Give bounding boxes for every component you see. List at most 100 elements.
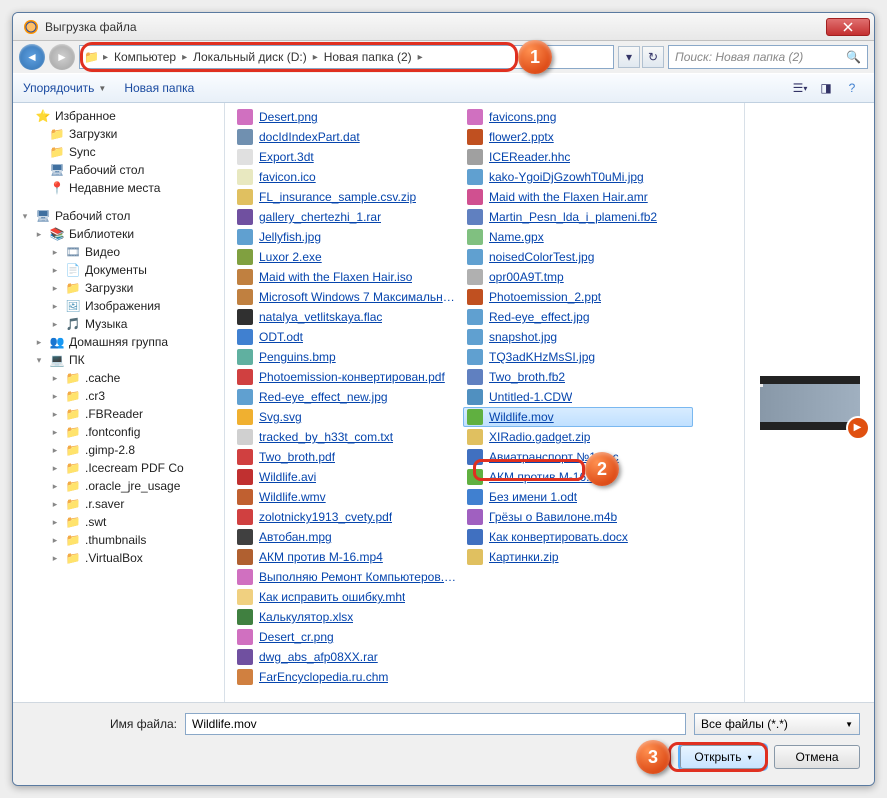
refresh-button[interactable]: ↻ xyxy=(642,46,664,68)
file-item[interactable]: flower2.pptx xyxy=(463,127,693,147)
file-item[interactable]: FarEncyclopedia.ru.chm xyxy=(233,667,463,687)
expand-icon[interactable]: ▸ xyxy=(49,373,61,384)
file-item[interactable]: Wildlife.mov xyxy=(463,407,693,427)
tree-item[interactable]: ▸🎞Видео xyxy=(13,243,224,261)
breadcrumb-computer[interactable]: Компьютер xyxy=(112,50,178,64)
file-item[interactable]: Wildlife.wmv xyxy=(233,487,463,507)
tree-item[interactable]: ▸📁.FBReader xyxy=(13,405,224,423)
tree-item[interactable]: ⭐Избранное xyxy=(13,107,224,125)
tree-item[interactable]: ▸📁.cr3 xyxy=(13,387,224,405)
file-item[interactable]: АКМ против М-16.mov xyxy=(463,467,693,487)
file-item[interactable]: Export.3dt xyxy=(233,147,463,167)
expand-icon[interactable]: ▸ xyxy=(49,283,61,294)
file-item[interactable]: Без имени 1.odt xyxy=(463,487,693,507)
file-item[interactable]: Как конвертировать.docx xyxy=(463,527,693,547)
file-item[interactable]: noisedColorTest.jpg xyxy=(463,247,693,267)
close-button[interactable] xyxy=(826,18,870,36)
tree-item[interactable]: ▸📁Загрузки xyxy=(13,279,224,297)
tree-item[interactable]: ▸📁.thumbnails xyxy=(13,531,224,549)
file-item[interactable]: dwg_abs_afp08XX.rar xyxy=(233,647,463,667)
file-item[interactable]: Автобан.mpg xyxy=(233,527,463,547)
file-item[interactable]: Картинки.zip xyxy=(463,547,693,567)
tree-item[interactable]: ▸🎵Музыка xyxy=(13,315,224,333)
filename-input[interactable] xyxy=(185,713,686,735)
file-item[interactable]: natalya_vetlitskaya.flac xyxy=(233,307,463,327)
new-folder-button[interactable]: Новая папка xyxy=(124,81,194,95)
tree-item[interactable]: 🖥Рабочий стол xyxy=(13,161,224,179)
expand-icon[interactable]: ▾ xyxy=(19,211,31,222)
tree-item[interactable]: ▸👥Домашняя группа xyxy=(13,333,224,351)
tree-item[interactable]: 📁Загрузки xyxy=(13,125,224,143)
file-item[interactable]: Авиатранспорт №1.doc xyxy=(463,447,693,467)
expand-icon[interactable]: ▸ xyxy=(49,535,61,546)
expand-icon[interactable]: ▸ xyxy=(49,319,61,330)
file-item[interactable]: Photoemission_2.ppt xyxy=(463,287,693,307)
breadcrumb-folder[interactable]: Новая папка (2) xyxy=(322,50,414,64)
file-item[interactable]: Two_broth.pdf xyxy=(233,447,463,467)
file-item[interactable]: АКМ против М-16.mp4 xyxy=(233,547,463,567)
file-item[interactable]: Microsoft Windows 7 Максимальна... xyxy=(233,287,463,307)
file-item[interactable]: docIdIndexPart.dat xyxy=(233,127,463,147)
tree-item[interactable]: ▸📁.swt xyxy=(13,513,224,531)
preview-pane-button[interactable]: ◨ xyxy=(814,77,838,99)
tree-item[interactable]: ▸📁.fontconfig xyxy=(13,423,224,441)
file-item[interactable]: Name.gpx xyxy=(463,227,693,247)
file-item[interactable]: opr00A9T.tmp xyxy=(463,267,693,287)
file-item[interactable]: Untitled-1.CDW xyxy=(463,387,693,407)
file-item[interactable]: kako-YgoiDjGzowhT0uMi.jpg xyxy=(463,167,693,187)
expand-icon[interactable]: ▸ xyxy=(49,265,61,276)
file-item[interactable]: ODT.odt xyxy=(233,327,463,347)
file-item[interactable]: Desert.png xyxy=(233,107,463,127)
tree-item[interactable]: ▸📁.cache xyxy=(13,369,224,387)
expand-icon[interactable]: ▸ xyxy=(49,445,61,456)
file-item[interactable]: Jellyfish.jpg xyxy=(233,227,463,247)
file-item[interactable]: XIRadio.gadget.zip xyxy=(463,427,693,447)
tree-item[interactable]: ▸📁.r.saver xyxy=(13,495,224,513)
file-item[interactable]: zolotnicky1913_cvety.pdf xyxy=(233,507,463,527)
tree-item[interactable]: ▾💻ПК xyxy=(13,351,224,369)
file-item[interactable]: Red-eye_effect.jpg xyxy=(463,307,693,327)
expand-icon[interactable]: ▸ xyxy=(33,337,45,348)
tree-view[interactable]: ⭐Избранное📁Загрузки📁Sync🖥Рабочий стол📍Не… xyxy=(13,103,225,702)
help-button[interactable]: ? xyxy=(840,77,864,99)
cancel-button[interactable]: Отмена xyxy=(774,745,860,769)
tree-item[interactable]: ▸📁.VirtualBox xyxy=(13,549,224,567)
file-item[interactable]: Penguins.bmp xyxy=(233,347,463,367)
file-item[interactable]: Martin_Pesn_lda_i_plameni.fb2 xyxy=(463,207,693,227)
file-item[interactable]: Грёзы о Вавилоне.m4b xyxy=(463,507,693,527)
tree-item[interactable]: ▸📁.oracle_jre_usage xyxy=(13,477,224,495)
tree-item[interactable]: ▸📁.gimp-2.8 xyxy=(13,441,224,459)
back-button[interactable]: ◄ xyxy=(19,44,45,70)
file-item[interactable]: Photoemission-конвертирован.pdf xyxy=(233,367,463,387)
expand-icon[interactable]: ▸ xyxy=(49,427,61,438)
filetype-dropdown[interactable]: Все файлы (*.*)▼ xyxy=(694,713,860,735)
file-item[interactable]: Wildlife.avi xyxy=(233,467,463,487)
expand-icon[interactable]: ▸ xyxy=(49,499,61,510)
addr-dropdown[interactable]: ▾ xyxy=(618,46,640,68)
file-item[interactable]: ICEReader.hhc xyxy=(463,147,693,167)
expand-icon[interactable]: ▸ xyxy=(49,301,61,312)
organize-button[interactable]: Упорядочить▼ xyxy=(23,81,106,95)
expand-icon[interactable]: ▸ xyxy=(49,463,61,474)
file-item[interactable]: TQ3adKHzMsSI.jpg xyxy=(463,347,693,367)
file-item[interactable]: Maid with the Flaxen Hair.iso xyxy=(233,267,463,287)
file-item[interactable]: favicons.png xyxy=(463,107,693,127)
file-item[interactable]: Desert_cr.png xyxy=(233,627,463,647)
file-item[interactable]: Red-eye_effect_new.jpg xyxy=(233,387,463,407)
file-item[interactable]: favicon.ico xyxy=(233,167,463,187)
expand-icon[interactable]: ▸ xyxy=(49,409,61,420)
expand-icon[interactable]: ▾ xyxy=(33,355,45,366)
expand-icon[interactable]: ▸ xyxy=(49,481,61,492)
file-item[interactable]: Калькулятор.xlsx xyxy=(233,607,463,627)
tree-item[interactable]: ▸🖼Изображения xyxy=(13,297,224,315)
expand-icon[interactable]: ▸ xyxy=(49,553,61,564)
expand-icon[interactable]: ▸ xyxy=(49,247,61,258)
file-item[interactable]: Two_broth.fb2 xyxy=(463,367,693,387)
breadcrumb-drive[interactable]: Локальный диск (D:) xyxy=(191,50,309,64)
open-button[interactable]: Открыть▾ xyxy=(680,745,766,769)
expand-icon[interactable]: ▸ xyxy=(33,229,45,240)
file-item[interactable]: Выполняю Ремонт Компьютеров.png xyxy=(233,567,463,587)
file-item[interactable]: Luxor 2.exe xyxy=(233,247,463,267)
file-item[interactable]: FL_insurance_sample.csv.zip xyxy=(233,187,463,207)
tree-item[interactable]: ▸📚Библиотеки xyxy=(13,225,224,243)
